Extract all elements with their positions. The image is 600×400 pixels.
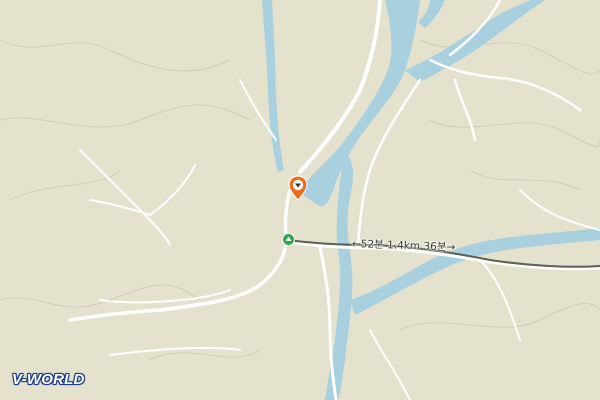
start-marker-icon[interactable] [282, 233, 295, 246]
brand-logo: V-WORLD [12, 371, 85, 388]
map-viewport[interactable]: ←52분 1.4km 36분→ V-WORLD [0, 0, 600, 400]
map-pin-icon[interactable] [288, 175, 308, 201]
